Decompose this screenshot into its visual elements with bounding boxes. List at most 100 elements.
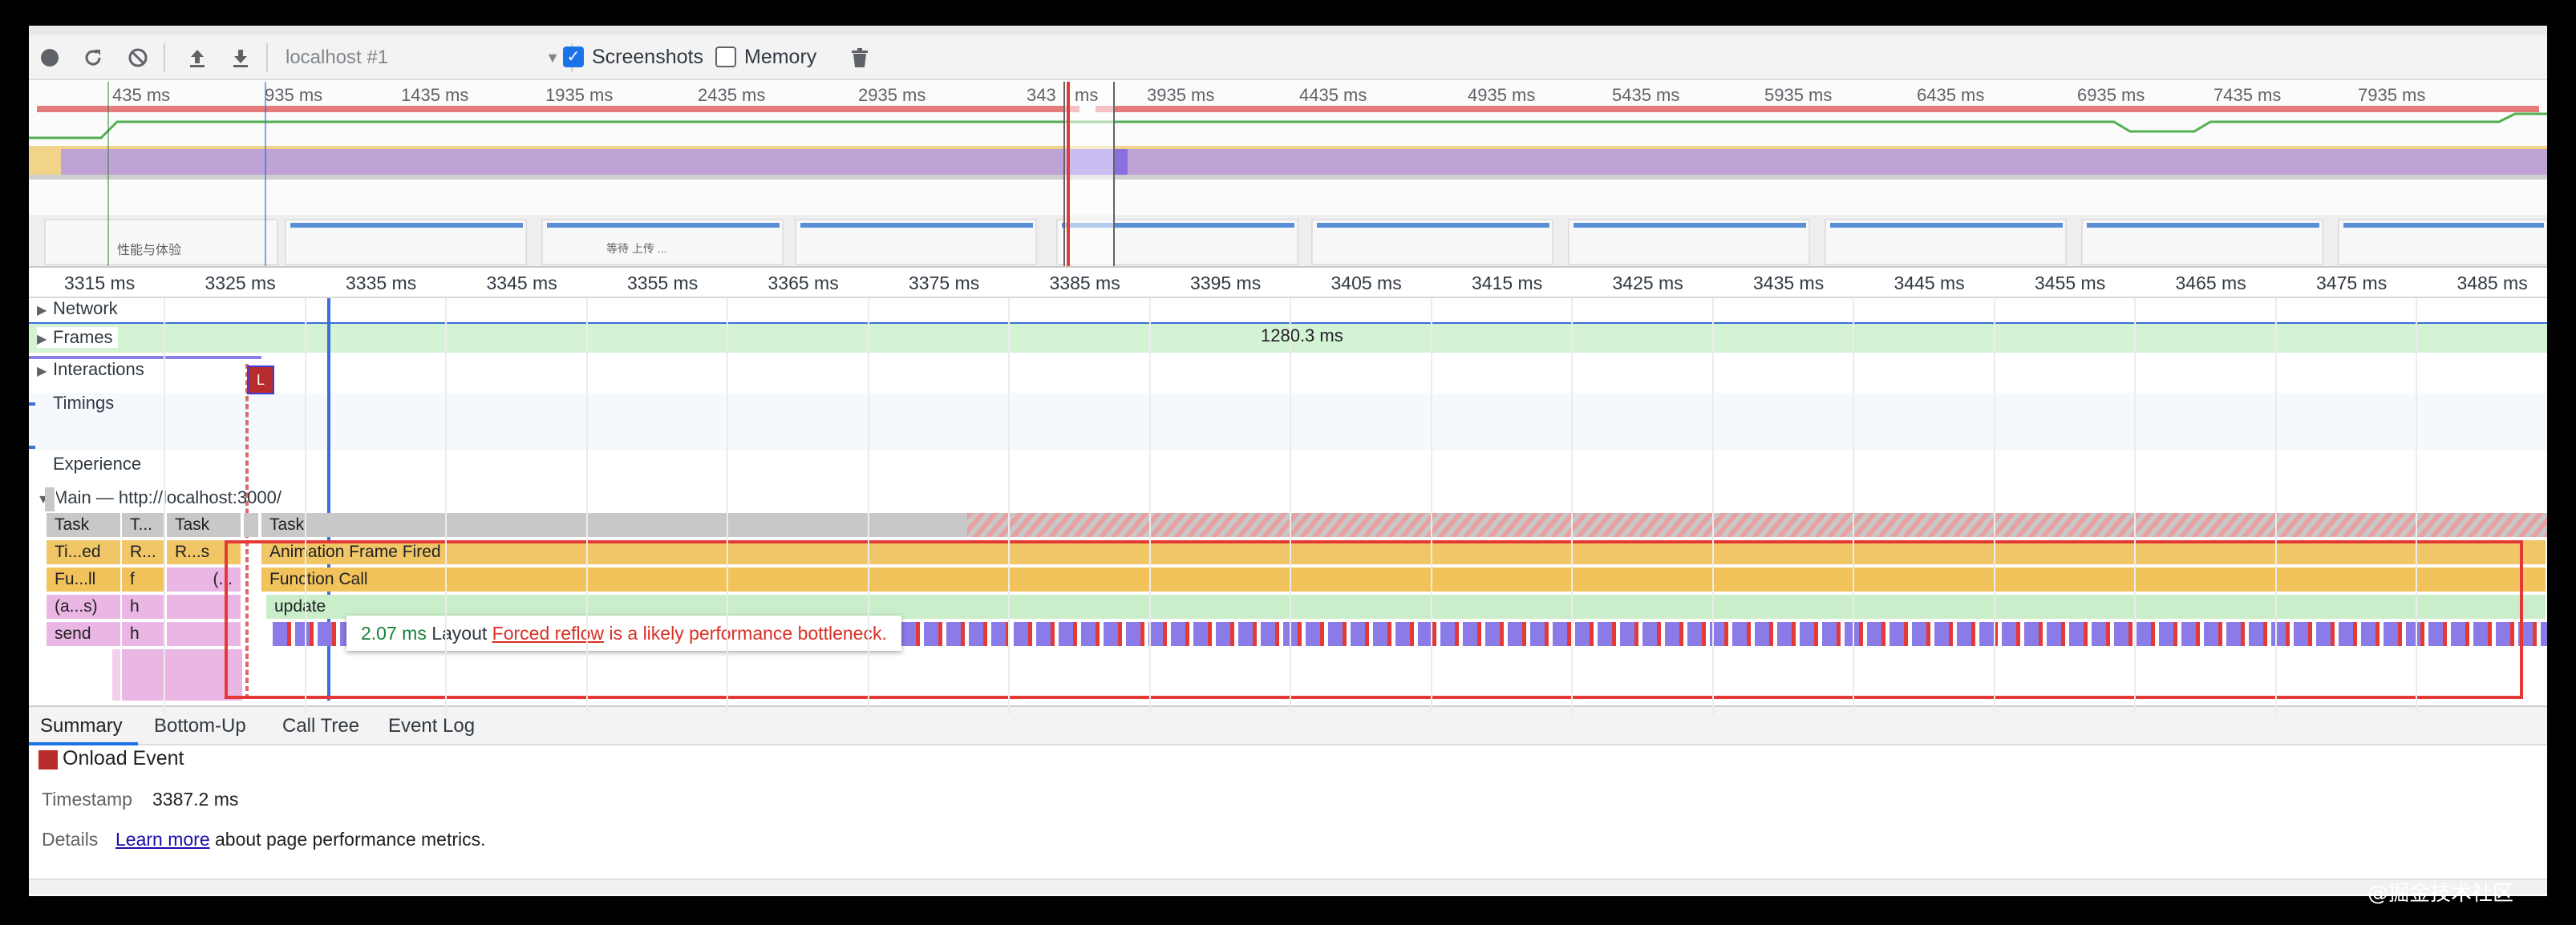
flame-task[interactable] — [244, 513, 260, 537]
overview-tick-label: 7435 ms — [2213, 85, 2282, 105]
layout-tooltip: 2.07 ms Layout Forced reflow is a likely… — [346, 616, 901, 651]
network-track-label[interactable]: ▶ Network — [37, 298, 118, 319]
tab-summary[interactable]: Summary — [40, 715, 123, 737]
interactions-label: Interactions — [53, 359, 144, 379]
ruler-tick-label: 3465 ms — [2175, 273, 2246, 293]
overview-tick-label: 6935 ms — [2077, 85, 2145, 105]
tab-bottom-up[interactable]: Bottom-Up — [154, 715, 246, 737]
overview-tick-label: 435 ms — [112, 85, 171, 105]
flame-entry[interactable]: R... — [122, 540, 165, 564]
flame-function[interactable]: f — [122, 568, 165, 592]
ruler-tick-label: 3415 ms — [1472, 273, 1543, 293]
grid-line — [445, 298, 447, 715]
flame-function[interactable]: Fu...ll — [47, 568, 122, 592]
main-track-label[interactable]: ▼ Main — http://localhost:3000/ — [37, 487, 281, 508]
watermark: @掘金技术社区 — [2367, 882, 2514, 906]
grid-line — [1711, 298, 1714, 715]
frames-track-label[interactable]: ▶ Frames — [37, 327, 118, 348]
ruler-tick-label: 3325 ms — [205, 273, 276, 293]
overview-tick-label: 2435 ms — [698, 85, 766, 105]
overview-tick-label: 935 ms — [265, 85, 323, 105]
overview-tick-label: 2935 ms — [858, 85, 926, 105]
ruler-tick-label: 3385 ms — [1049, 273, 1120, 293]
overview-tick-label: 3935 ms — [1147, 85, 1215, 105]
chevron-down-icon: ▼ — [545, 50, 560, 66]
tooltip-duration: 2.07 ms — [361, 623, 427, 644]
tab-call-tree[interactable]: Call Tree — [282, 715, 359, 737]
tooltip-name: Layout — [431, 623, 488, 644]
details-suffix: about page performance metrics. — [215, 829, 486, 850]
record-icon[interactable] — [35, 43, 64, 72]
grid-line — [304, 298, 306, 715]
overview-tick-label: 1435 ms — [401, 85, 469, 105]
grid-line — [2416, 298, 2417, 715]
frames-duration: 1280.3 ms — [1261, 325, 1343, 345]
ruler-tick-label: 3375 ms — [909, 273, 980, 293]
flame-h[interactable]: h — [122, 595, 165, 619]
horizontal-scrollbar[interactable] — [29, 879, 2547, 895]
overview-tick-label: 7935 ms — [2358, 85, 2426, 105]
screenshots-label: Screenshots — [592, 46, 703, 68]
active-tab-indicator — [29, 742, 138, 745]
flame-task[interactable]: Task — [47, 513, 122, 537]
onload-color-swatch — [38, 750, 58, 769]
overview-tick-label: 4935 ms — [1468, 85, 1536, 105]
network-label: Network — [53, 298, 118, 318]
ruler-tick-label: 3485 ms — [2457, 273, 2528, 293]
memory-label: Memory — [744, 46, 817, 68]
ruler-tick-label: 3435 ms — [1753, 273, 1825, 293]
grid-line — [1290, 298, 1291, 715]
onload-timing-marker[interactable]: L — [247, 366, 274, 394]
screenshots-checkbox[interactable]: ✓ — [563, 46, 584, 67]
expand-triangle-icon: ▶ — [37, 365, 47, 378]
timeline-overview[interactable]: 435 ms 935 ms 1435 ms 1935 ms 2435 ms 2935 ms… — [29, 82, 2547, 268]
tooltip-warning: is a likely performance bottleneck. — [609, 623, 887, 644]
ruler-tick-label: 3395 ms — [1190, 273, 1262, 293]
grid-line — [1008, 298, 1010, 715]
devtools-window: localhost #1 ▼ ✓ Screenshots Memory 435 … — [29, 26, 2547, 896]
reload-icon[interactable] — [79, 43, 107, 72]
flame-task[interactable]: Task — [167, 513, 242, 537]
grid-line — [867, 298, 869, 715]
flame-h[interactable]: h — [122, 622, 165, 646]
learn-more-link[interactable]: Learn more — [115, 829, 210, 850]
grid-line — [1571, 298, 1573, 715]
target-select-value: localhost #1 — [286, 46, 389, 68]
flame-task[interactable]: T... — [122, 513, 165, 537]
screenshot-caption: 等待 上传 ... — [606, 242, 667, 255]
trash-icon[interactable] — [845, 43, 874, 72]
upload-icon[interactable] — [183, 43, 212, 72]
expand-triangle-icon: ▶ — [37, 304, 47, 317]
flame-send[interactable]: send — [47, 622, 122, 646]
target-select[interactable]: localhost #1 ▼ — [277, 43, 566, 72]
ruler-tick-label: 3475 ms — [2316, 273, 2388, 293]
toolbar-separator — [164, 43, 165, 72]
details-label: Details — [42, 829, 99, 850]
top-tab-strip — [29, 26, 2547, 35]
overview-chart — [29, 82, 2547, 266]
grid-line — [2274, 298, 2277, 715]
grid-line — [164, 298, 165, 715]
timestamp-value: 3387.2 ms — [152, 789, 239, 810]
flame-timer[interactable]: Ti...ed — [47, 540, 122, 564]
overview-tick-label: 343 — [1027, 85, 1056, 105]
clear-icon[interactable] — [124, 43, 152, 72]
download-icon[interactable] — [226, 43, 255, 72]
screenshot-caption: 性能与体验 — [117, 244, 182, 257]
summary-title: Onload Event — [63, 747, 184, 769]
toolbar-separator — [266, 43, 268, 72]
expand-triangle-icon: ▶ — [37, 333, 47, 346]
overview-tick-label: 5935 ms — [1764, 85, 1833, 105]
overview-tick-label: 5435 ms — [1612, 85, 1680, 105]
performance-toolbar: localhost #1 ▼ ✓ Screenshots Memory — [29, 35, 2547, 80]
flame-anon[interactable]: (a...s) — [47, 595, 122, 619]
memory-checkbox[interactable] — [715, 46, 736, 67]
ruler-tick-label: 3405 ms — [1331, 273, 1402, 293]
overview-tick-label: 1935 ms — [545, 85, 614, 105]
ruler-tick-label: 3345 ms — [486, 273, 557, 293]
grid-line — [1148, 298, 1151, 715]
tab-event-log[interactable]: Event Log — [388, 715, 475, 737]
interactions-track-label[interactable]: ▶ Interactions — [37, 359, 144, 380]
overview-tick-label: 6435 ms — [1917, 85, 1985, 105]
grid-line — [1993, 298, 1995, 715]
